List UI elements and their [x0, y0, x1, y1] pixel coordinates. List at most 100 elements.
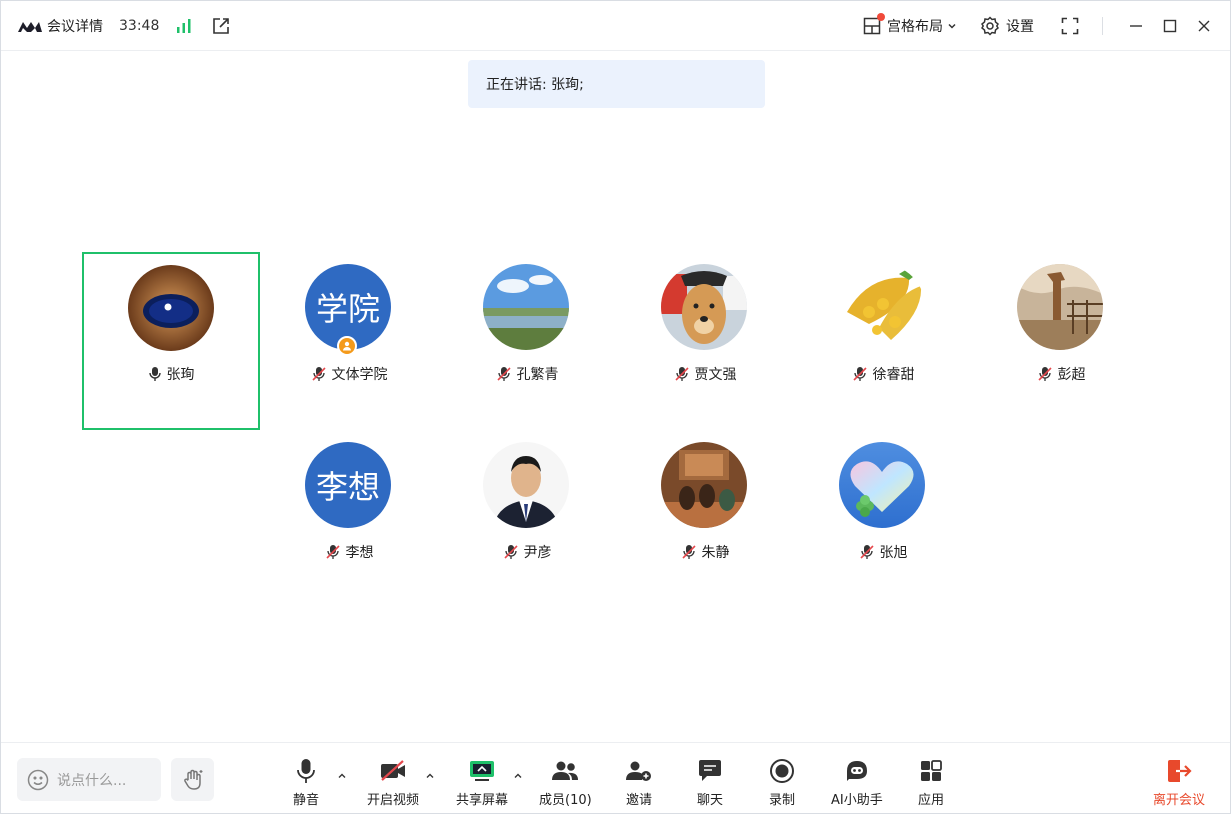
ai-assistant-label: AI小助手 — [831, 793, 883, 808]
participant-tile[interactable]: 徐睿甜 — [794, 252, 972, 430]
participant-name: 彭超 — [972, 364, 1150, 384]
participant-name-label: 朱静 — [701, 545, 730, 561]
chevron-up-icon — [426, 773, 434, 778]
emoji-icon[interactable] — [27, 769, 49, 791]
apps-label: 应用 — [918, 793, 945, 808]
avatar: 李想 — [305, 442, 391, 528]
participant-tile[interactable]: 尹彦 — [438, 430, 616, 608]
active-speaker-banner: 正在讲话: 张珣; — [468, 60, 765, 108]
quick-chat-input[interactable]: 说点什么... — [17, 758, 161, 801]
apps-button[interactable]: 应用 — [918, 758, 944, 808]
external-link-icon[interactable] — [211, 16, 231, 36]
microphone-muted-icon — [852, 367, 867, 381]
participant-name-label: 尹彦 — [523, 545, 552, 561]
participant-name: 徐睿甜 — [794, 364, 972, 384]
avatar — [483, 264, 569, 350]
fullscreen-icon[interactable] — [1060, 16, 1080, 36]
participant-tile[interactable]: 孔繁青 — [438, 252, 616, 430]
close-button[interactable] — [1187, 11, 1221, 41]
chevron-up-icon — [514, 773, 522, 778]
avatar — [839, 442, 925, 528]
video-off-icon — [381, 760, 405, 781]
participant-name: 李想 — [260, 542, 438, 562]
avatar — [661, 442, 747, 528]
settings-button[interactable]: 设置 — [980, 16, 1034, 36]
microphone-muted-icon — [674, 367, 689, 381]
chevron-up-icon — [338, 773, 346, 778]
avatar — [483, 442, 569, 528]
titlebar-divider — [1102, 17, 1103, 35]
microphone-muted-icon — [1037, 367, 1052, 381]
ai-assistant-button[interactable]: AI小助手 — [831, 758, 883, 808]
participant-tile[interactable]: 彭超 — [972, 252, 1150, 430]
notification-dot — [877, 13, 885, 21]
record-button[interactable]: 录制 — [769, 758, 795, 808]
members-icon — [552, 761, 579, 780]
microphone-icon — [297, 759, 315, 783]
title-bar: 会议详情 33:48 宫格布局 设置 — [1, 1, 1230, 51]
share-label: 共享屏幕 — [456, 793, 509, 808]
share-screen-icon — [470, 761, 494, 781]
participant-name: 文体学院 — [260, 364, 438, 384]
participant-name: 尹彦 — [438, 542, 616, 562]
raise-hand-icon — [183, 769, 202, 790]
leave-meeting-button[interactable]: 离开会议 — [1153, 758, 1205, 808]
participant-name-label: 贾文强 — [694, 367, 737, 383]
signal-strength-icon[interactable] — [175, 17, 193, 35]
participant-name: 张旭 — [794, 542, 972, 562]
ai-assistant-icon — [846, 761, 867, 781]
add-user-icon — [626, 761, 651, 781]
meeting-window: 会议详情 33:48 宫格布局 设置 正在讲话: 张珣; 张珣 学院 文体学院 … — [0, 0, 1231, 814]
meeting-duration: 33:48 — [119, 17, 160, 34]
raise-hand-button[interactable] — [171, 758, 214, 801]
chat-icon — [699, 760, 721, 781]
chat-placeholder: 说点什么... — [57, 772, 127, 789]
settings-label: 设置 — [1006, 19, 1034, 35]
participant-tile[interactable]: 张旭 — [794, 430, 972, 608]
invite-button[interactable]: 邀请 — [625, 758, 653, 808]
close-icon — [1198, 20, 1210, 32]
maximize-button[interactable] — [1153, 11, 1187, 41]
avatar — [128, 265, 214, 351]
avatar — [1017, 264, 1103, 350]
host-badge — [337, 336, 357, 356]
participant-name: 贾文强 — [616, 364, 794, 384]
participant-name-label: 李想 — [345, 545, 374, 561]
avatar — [839, 264, 925, 350]
leave-label: 离开会议 — [1153, 793, 1206, 808]
microphone-icon — [148, 367, 161, 381]
record-icon — [770, 759, 794, 783]
microphone-muted-icon — [503, 545, 518, 559]
mute-button[interactable]: 静音 — [293, 758, 319, 808]
chat-label: 聊天 — [697, 793, 724, 808]
participant-tile[interactable]: 张珣 — [82, 252, 260, 430]
participant-tile[interactable]: 学院 文体学院 — [260, 252, 438, 430]
minimize-icon — [1130, 25, 1142, 27]
gear-icon — [981, 16, 999, 36]
share-options-caret[interactable] — [512, 770, 524, 782]
start-video-button[interactable]: 开启视频 — [367, 758, 419, 808]
participant-tile[interactable]: 李想 李想 — [260, 430, 438, 608]
minimize-button[interactable] — [1119, 11, 1153, 41]
avatar-initials: 学院 — [315, 290, 380, 328]
members-button[interactable]: 成员(10) — [539, 758, 592, 808]
share-screen-button[interactable]: 共享屏幕 — [456, 758, 508, 808]
chat-button[interactable]: 聊天 — [697, 758, 723, 808]
exit-icon — [1168, 760, 1192, 782]
layout-switch-button[interactable]: 宫格布局 — [863, 13, 958, 36]
video-label: 开启视频 — [367, 793, 420, 808]
participant-tile[interactable]: 贾文强 — [616, 252, 794, 430]
participant-tile[interactable]: 朱静 — [616, 430, 794, 608]
layout-label: 宫格布局 — [887, 19, 943, 35]
microphone-muted-icon — [859, 545, 874, 559]
microphone-muted-icon — [681, 545, 696, 559]
meeting-details-link[interactable]: 会议详情 — [47, 16, 103, 36]
record-label: 录制 — [769, 793, 796, 808]
mute-options-caret[interactable] — [336, 770, 348, 782]
meeting-toolbar: 说点什么... 静音 开启视频 共享屏幕 成员(10) 邀请 聊天 录制 AI小… — [1, 742, 1230, 813]
participant-name-label: 张珣 — [166, 367, 195, 383]
active-speaker-text: 正在讲话: 张珣; — [486, 77, 584, 93]
person-icon — [343, 341, 351, 351]
apps-icon — [921, 760, 942, 781]
video-options-caret[interactable] — [424, 770, 436, 782]
